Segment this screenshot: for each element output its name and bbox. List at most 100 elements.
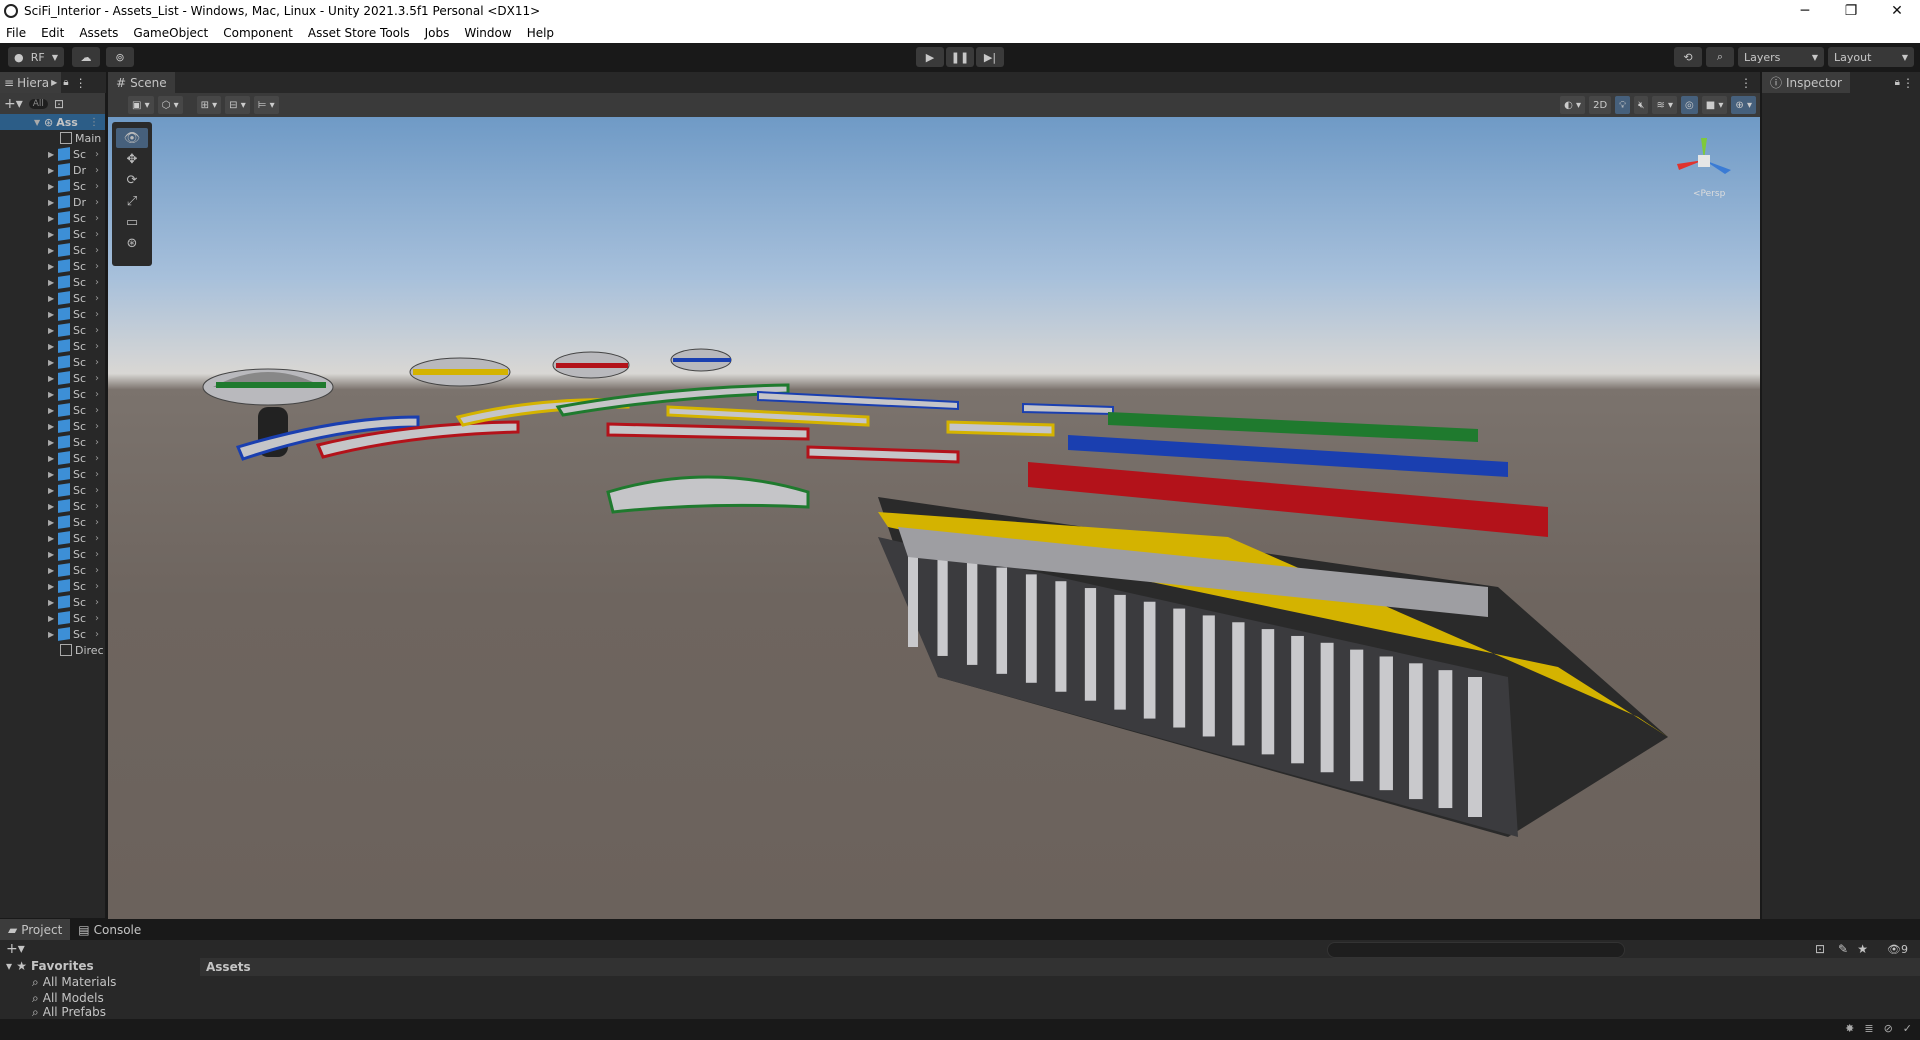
hierarchy-item[interactable]: ▶ Sc › xyxy=(0,290,105,306)
filter-icon[interactable]: ⊡ xyxy=(54,97,64,111)
chevron-right-icon[interactable]: › xyxy=(95,389,99,400)
expand-arrow-icon[interactable]: ▶ xyxy=(48,518,58,527)
hierarchy-item[interactable]: ▶ Dr › xyxy=(0,194,105,210)
expand-arrow-icon[interactable]: ▶ xyxy=(48,614,58,623)
more-menu-icon[interactable]: ⋮ xyxy=(75,76,87,90)
expand-arrow-icon[interactable]: ▶ xyxy=(48,310,58,319)
more-menu-icon[interactable]: ⋮ xyxy=(1902,76,1914,90)
menu-asset-store-tools[interactable]: Asset Store Tools xyxy=(308,26,410,40)
expand-arrow-icon[interactable]: ▶ xyxy=(48,422,58,431)
expand-arrow-icon[interactable]: ▶ xyxy=(48,534,58,543)
expand-arrow-icon[interactable]: ▶ xyxy=(48,438,58,447)
scene-view[interactable] xyxy=(108,117,1760,919)
hierarchy-item[interactable]: ▶ Sc › xyxy=(0,354,105,370)
expand-arrow-icon[interactable]: ▶ xyxy=(48,502,58,511)
menu-gameobject[interactable]: GameObject xyxy=(133,26,208,40)
chevron-right-icon[interactable]: › xyxy=(95,565,99,576)
chevron-right-icon[interactable]: › xyxy=(95,197,99,208)
rotate-tool[interactable]: ⟳ xyxy=(116,170,148,190)
search-button[interactable]: ⌕ xyxy=(1706,47,1734,67)
close-button[interactable]: ✕ xyxy=(1874,0,1920,22)
expand-arrow-icon[interactable]: ▶ xyxy=(48,230,58,239)
hierarchy-item[interactable]: ▶ Sc › xyxy=(0,514,105,530)
expand-arrow-icon[interactable]: ▶ xyxy=(48,262,58,271)
tab-scene[interactable]: # Scene xyxy=(108,72,175,93)
visibility-toggle[interactable]: ◎ xyxy=(1681,96,1698,114)
hierarchy-item[interactable]: ▶ Sc › xyxy=(0,146,105,162)
hierarchy-item[interactable]: ▶ Sc › xyxy=(0,370,105,386)
step-button[interactable]: ▶| xyxy=(976,47,1004,67)
bug-icon[interactable]: ✸ xyxy=(1845,1022,1854,1035)
expand-arrow-icon[interactable]: ▶ xyxy=(48,630,58,639)
chevron-right-icon[interactable]: › xyxy=(95,277,99,288)
chevron-right-icon[interactable]: › xyxy=(95,373,99,384)
network-icon[interactable]: ⊘ xyxy=(1884,1022,1893,1035)
chevron-right-icon[interactable]: › xyxy=(95,229,99,240)
menu-assets[interactable]: Assets xyxy=(79,26,118,40)
render-mode-dropdown[interactable]: ⬡ ▾ xyxy=(157,96,183,114)
persp-label[interactable]: <Persp xyxy=(1693,189,1726,199)
chevron-right-icon[interactable]: › xyxy=(95,261,99,272)
expand-arrow-icon[interactable]: ▶ xyxy=(48,582,58,591)
hierarchy-item[interactable]: ▶ Sc › xyxy=(0,386,105,402)
chevron-right-icon[interactable]: › xyxy=(95,549,99,560)
expand-arrow-icon[interactable]: ▶ xyxy=(48,598,58,607)
label-icon[interactable]: ✎ xyxy=(1838,942,1848,956)
more-menu-icon[interactable]: ⋮ xyxy=(89,117,99,128)
add-icon[interactable]: +▾ xyxy=(6,941,25,957)
hierarchy-item[interactable]: ▶ Sc › xyxy=(0,322,105,338)
expand-arrow-icon[interactable]: ▶ xyxy=(48,486,58,495)
hierarchy-item[interactable]: ▶ Sc › xyxy=(0,466,105,482)
expand-arrow-icon[interactable]: ▶ xyxy=(48,358,58,367)
hierarchy-item[interactable]: ▶ Sc › xyxy=(0,498,105,514)
hierarchy-item[interactable]: ▶ Sc › xyxy=(0,402,105,418)
chevron-right-icon[interactable]: › xyxy=(95,181,99,192)
expand-arrow-icon[interactable]: ▶ xyxy=(48,198,58,207)
chevron-right-icon[interactable]: › xyxy=(95,597,99,608)
chevron-right-icon[interactable]: › xyxy=(95,469,99,480)
hierarchy-item[interactable]: ▶ Sc › xyxy=(0,258,105,274)
hierarchy-item[interactable]: ▶ Sc › xyxy=(0,610,105,626)
transform-tool[interactable]: ⊛ xyxy=(116,233,148,253)
chevron-right-icon[interactable]: › xyxy=(95,581,99,592)
chevron-right-icon[interactable]: › xyxy=(95,517,99,528)
chevron-right-icon[interactable]: › xyxy=(95,325,99,336)
shading-dropdown[interactable]: ◐ ▾ xyxy=(1560,96,1586,114)
add-icon[interactable]: +▾ xyxy=(4,96,23,112)
hierarchy-item[interactable]: ▶ Sc › xyxy=(0,482,105,498)
hierarchy-item[interactable]: ▶ Sc › xyxy=(0,546,105,562)
lock-icon[interactable]: 🔒︎ xyxy=(1895,77,1900,88)
more-menu-icon[interactable]: ⋮ xyxy=(1740,76,1752,90)
hierarchy-search[interactable]: All xyxy=(28,98,48,109)
hierarchy-item[interactable]: ▶ Sc › xyxy=(0,210,105,226)
menu-component[interactable]: Component xyxy=(223,26,293,40)
hierarchy-item[interactable]: ▶ Sc › xyxy=(0,242,105,258)
tab-hierarchy[interactable]: ≡ Hiera ▶ xyxy=(0,72,62,93)
audio-toggle[interactable]: 🔇︎ xyxy=(1634,96,1649,114)
gizmos-dropdown[interactable]: ⊕ ▾ xyxy=(1731,96,1756,114)
fav-all-models[interactable]: ⌕ All Models xyxy=(6,990,200,1006)
align-dropdown[interactable]: ⊨ ▾ xyxy=(253,96,279,114)
chevron-right-icon[interactable]: › xyxy=(95,309,99,320)
expand-arrow-icon[interactable]: ▶ xyxy=(48,454,58,463)
expand-arrow-icon[interactable]: ▶ xyxy=(48,406,58,415)
expand-arrow-icon[interactable]: ▶ xyxy=(48,326,58,335)
tab-inspector[interactable]: ⓘ Inspector xyxy=(1762,72,1850,93)
expand-arrow-icon[interactable]: ▶ xyxy=(48,374,58,383)
pause-button[interactable]: ❚❚ xyxy=(946,47,974,67)
chevron-right-icon[interactable]: › xyxy=(95,149,99,160)
hierarchy-item[interactable]: ▶ Sc › xyxy=(0,578,105,594)
hierarchy-item[interactable]: ▶ Sc › xyxy=(0,626,105,642)
star-icon[interactable]: ★ xyxy=(1857,942,1868,956)
orientation-gizmo[interactable]: <Persp xyxy=(1665,130,1743,200)
tab-project[interactable]: ▰ Project xyxy=(0,919,71,940)
hierarchy-item[interactable]: ▶ Sc › xyxy=(0,178,105,194)
hidden-count[interactable]: 👁︎9 xyxy=(1887,943,1908,956)
chevron-right-icon[interactable]: › xyxy=(95,341,99,352)
lock-icon[interactable]: 🔒︎ xyxy=(63,77,68,88)
move-tool[interactable]: ✥ xyxy=(116,149,148,169)
expand-arrow-icon[interactable]: ▶ xyxy=(48,294,58,303)
chevron-right-icon[interactable]: › xyxy=(95,165,99,176)
hierarchy-item[interactable]: ▶ Dr › xyxy=(0,162,105,178)
expand-arrow-icon[interactable]: ▼ xyxy=(34,118,44,127)
